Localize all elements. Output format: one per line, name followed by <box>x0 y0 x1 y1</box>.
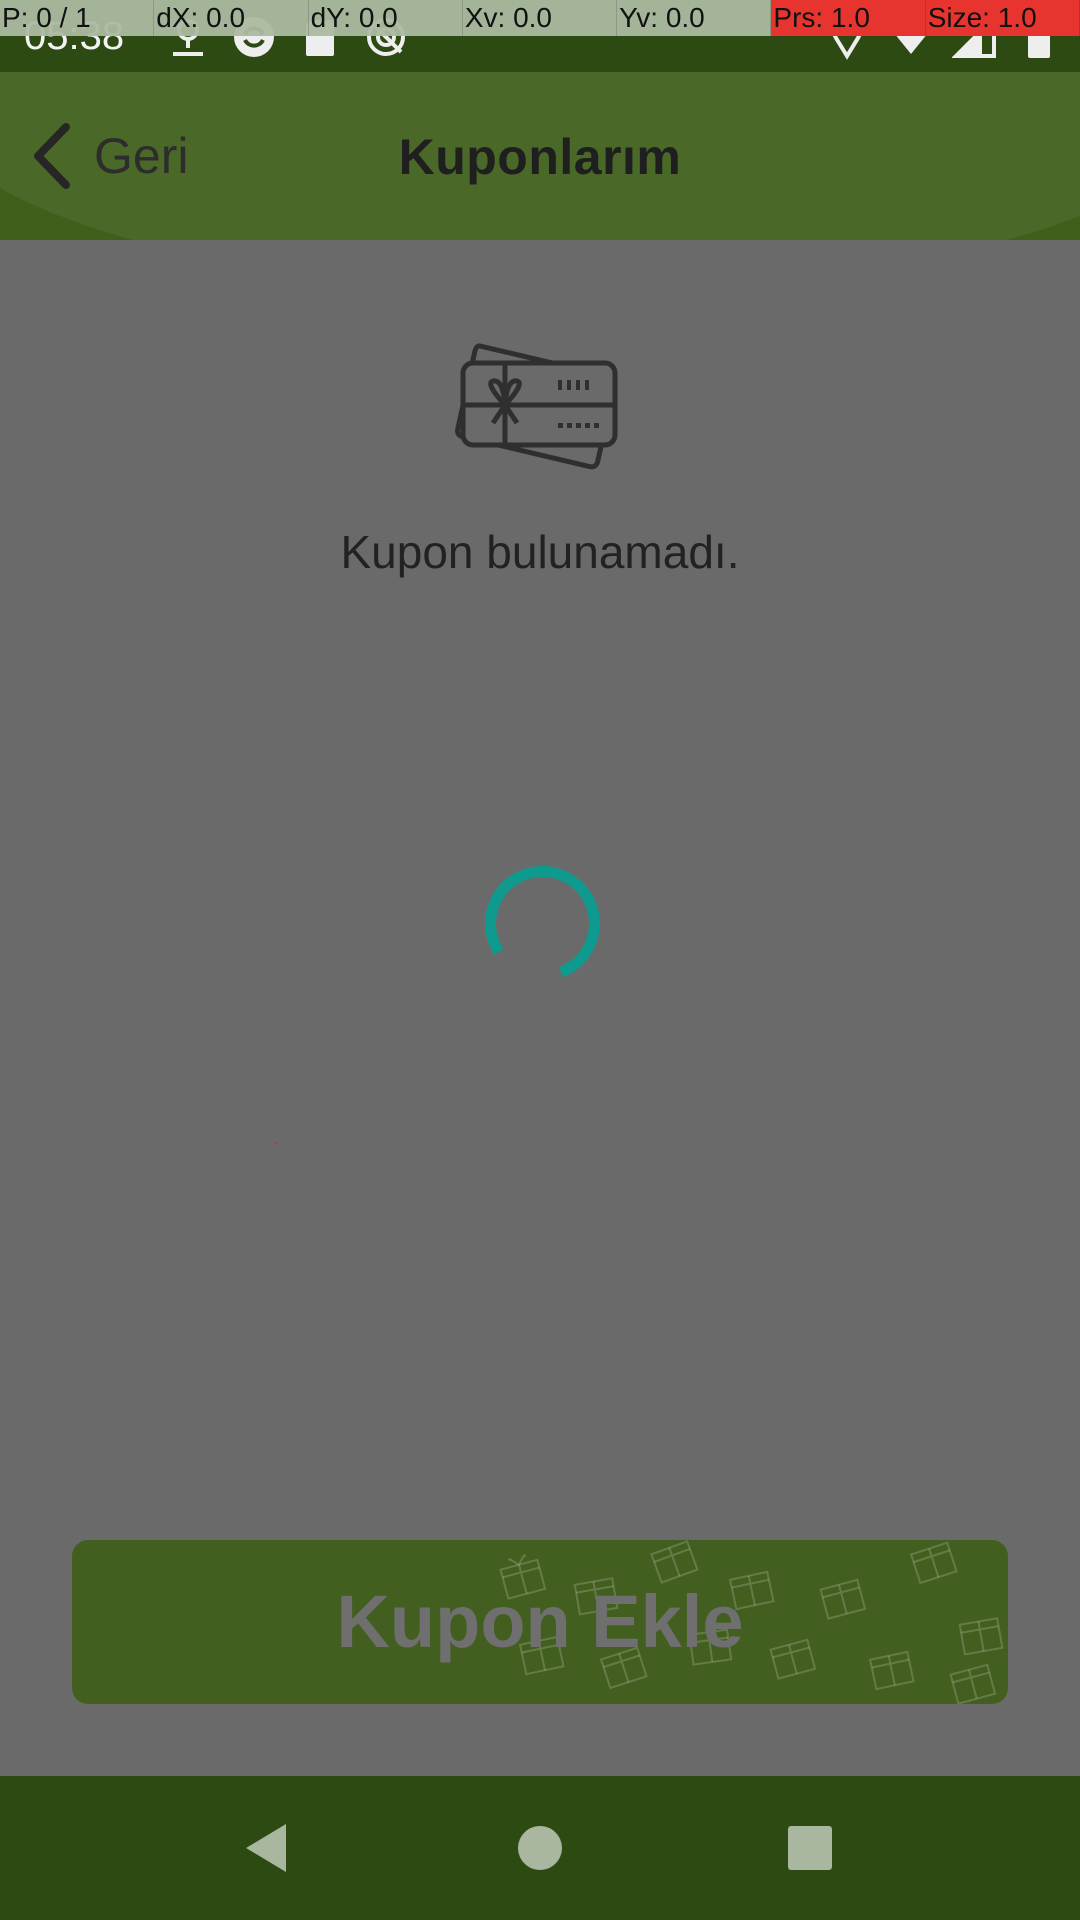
back-triangle-icon[interactable] <box>240 1818 300 1878</box>
debug-dy: dY: 0.0 <box>308 0 463 36</box>
add-coupon-label: Kupon Ekle <box>336 1580 744 1663</box>
pointer-debug-overlay: P: 0 / 1 dX: 0.0 dY: 0.0 Xv: 0.0 Yv: 0.0… <box>0 0 1080 36</box>
debug-yv: Yv: 0.0 <box>617 0 772 36</box>
debug-pressure: Prs: 1.0 <box>771 0 926 36</box>
debug-xv: Xv: 0.0 <box>462 0 618 36</box>
add-coupon-button[interactable]: Kupon Ekle <box>72 1540 1008 1704</box>
loading-spinner <box>484 865 600 978</box>
recents-square-icon[interactable] <box>780 1818 840 1878</box>
home-circle-icon[interactable] <box>510 1818 570 1878</box>
debug-dx: dX: 0.0 <box>154 0 309 36</box>
touch-trace-dot <box>275 1142 278 1144</box>
debug-pointer-count: P: 0 / 1 <box>0 0 155 36</box>
empty-state-message: Kupon bulunamadı. <box>340 526 740 578</box>
debug-size: Size: 1.0 <box>925 0 1080 36</box>
page-title: Kuponlarım <box>398 129 682 185</box>
coupon-card-icon <box>455 343 618 470</box>
app-header: Geri Kuponlarım <box>0 72 1080 240</box>
system-nav-bar <box>0 1776 1080 1920</box>
